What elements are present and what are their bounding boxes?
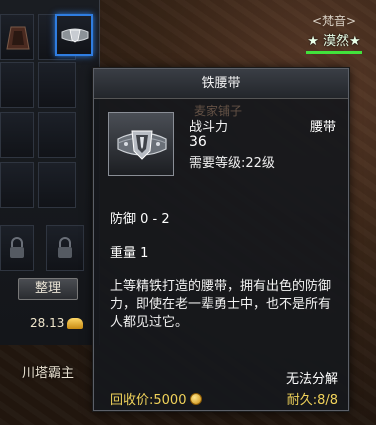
tooltip-title: 铁腰带 — [94, 69, 348, 99]
gold-amount-value: 28.13 — [30, 316, 65, 330]
inventory-slot[interactable] — [38, 112, 76, 158]
sort-button[interactable]: 整理 — [18, 278, 78, 300]
lock-icon — [10, 237, 24, 258]
inventory-slot-locked[interactable] — [0, 225, 34, 271]
armor-icon — [6, 26, 30, 50]
iron-belt-icon — [117, 130, 167, 160]
inventory-slot[interactable] — [0, 112, 34, 158]
gold-coin-icon — [190, 392, 203, 405]
lock-icon — [58, 237, 72, 258]
inventory-panel: 整理 28.13 — [0, 0, 100, 345]
item-tooltip: 铁腰带 麦家铺子 战斗力 36 需要等级:22级 腰带 防御 0 - 2 重量 … — [93, 68, 349, 411]
inventory-slot[interactable] — [0, 62, 34, 108]
inventory-slot[interactable] — [0, 162, 34, 208]
combat-power-label: 战斗力 — [189, 120, 229, 135]
player-name: ★ 漠然★ — [307, 34, 361, 49]
weight-stat: 重量 1 — [110, 246, 149, 261]
item-type: 腰带 — [309, 120, 336, 135]
gold-amount: 28.13 — [30, 314, 100, 332]
inventory-slot[interactable] — [0, 14, 34, 60]
recycle-price: 回收价:5000 — [110, 389, 203, 408]
player-hp-bar — [306, 51, 362, 54]
inventory-slot-selected[interactable] — [55, 14, 93, 56]
no-dismantle-label: 无法分解 — [285, 372, 338, 387]
player-hp-fill — [306, 51, 362, 54]
durability: 耐久:8/8 — [286, 393, 338, 408]
gold-ingot-icon — [67, 317, 84, 329]
world-player-name[interactable]: 川塔霸主 — [22, 362, 74, 381]
guild-name: <梵音> — [311, 14, 357, 28]
inventory-slot[interactable] — [38, 62, 76, 108]
inventory-slot-locked[interactable] — [46, 225, 84, 271]
player-tag[interactable]: <梵音> ★ 漠然★ — [306, 12, 362, 54]
belt-icon — [61, 28, 89, 43]
recycle-price-text: 回收价:5000 — [110, 393, 187, 408]
required-level: 需要等级:22级 — [189, 156, 275, 171]
combat-power-value: 36 — [189, 134, 207, 150]
defense-stat: 防御 0 - 2 — [110, 212, 170, 227]
item-description: 上等精铁打造的腰带，拥有出色的防御力，即使在老一辈勇士中，也不是所有人都见过它。 — [110, 279, 332, 330]
inventory-slot[interactable] — [38, 162, 76, 208]
item-icon-frame — [108, 112, 174, 176]
